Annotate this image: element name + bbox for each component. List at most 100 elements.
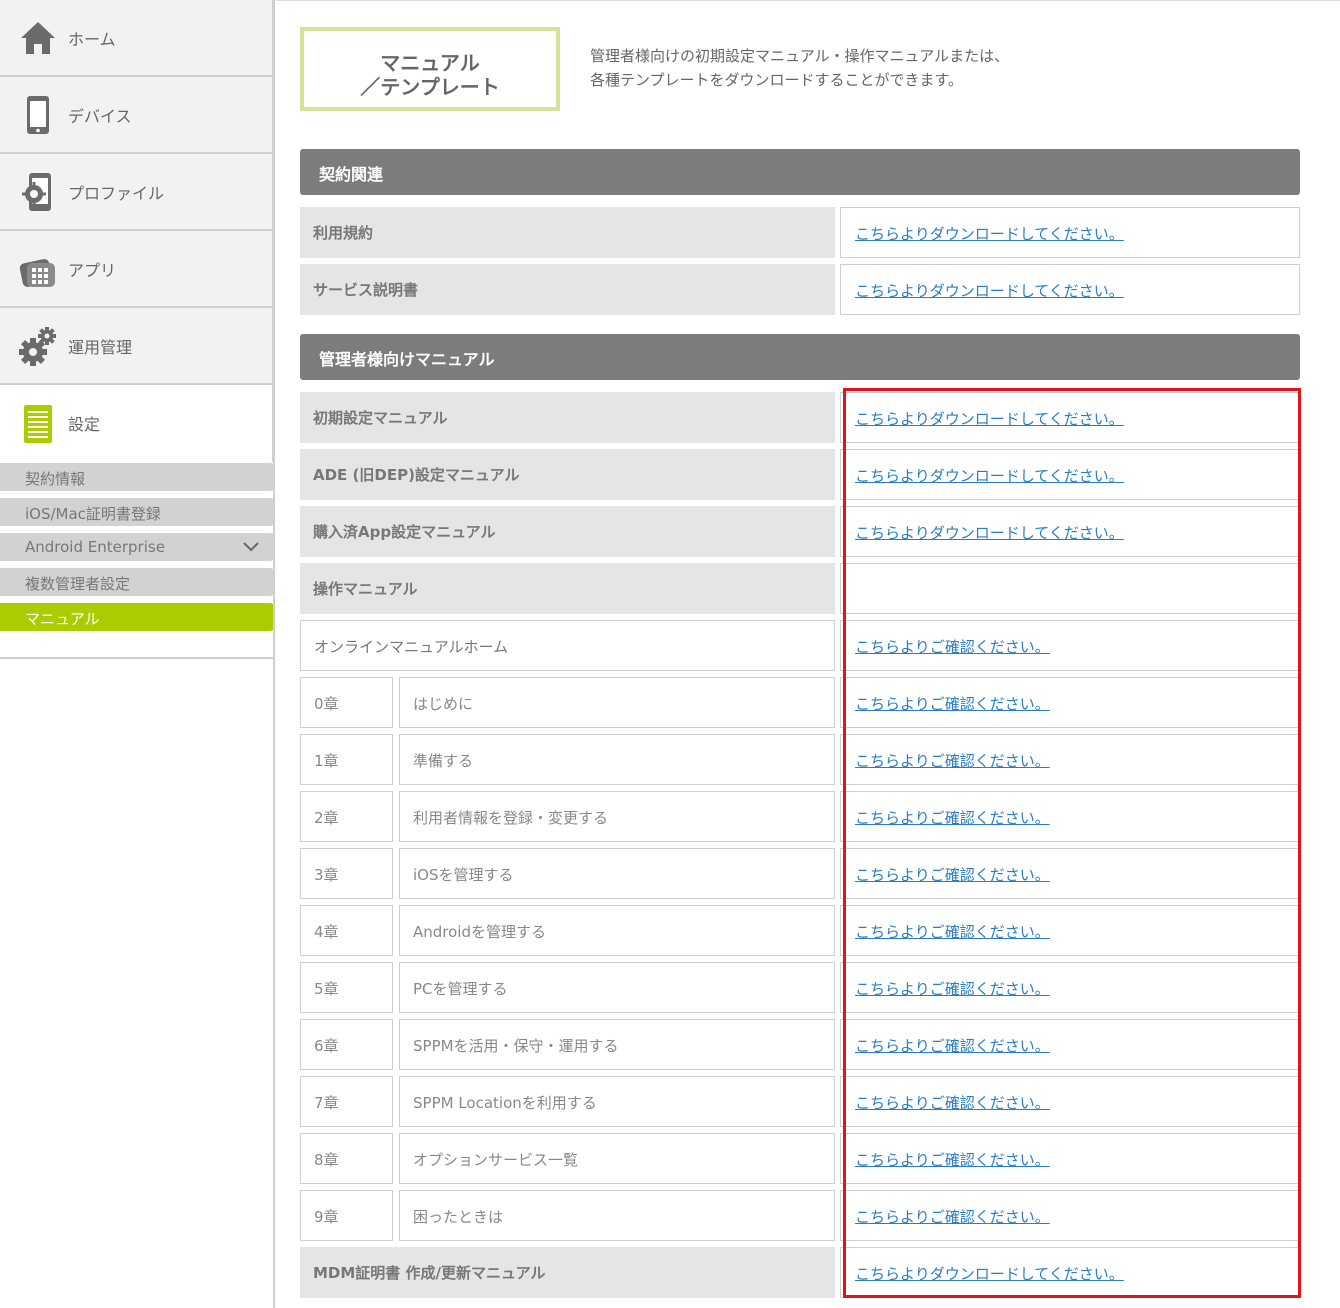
- row-link-cell: こちらよりご確認ください。: [840, 905, 1300, 956]
- settings-document-icon: [18, 401, 58, 445]
- row-link-cell: こちらよりご確認ください。: [840, 1133, 1300, 1184]
- row-link-cell: こちらよりダウンロードしてください。: [840, 392, 1300, 443]
- row-link-cell: こちらよりダウンロードしてください。: [840, 1247, 1300, 1298]
- sub-item-label: 複数管理者設定: [25, 575, 131, 593]
- chapter-number: 9章: [300, 1190, 393, 1241]
- chapter-row: 9章 困ったときは こちらよりご確認ください。: [300, 1190, 1300, 1241]
- sub-item-android-enterprise[interactable]: Android Enterprise: [0, 533, 275, 561]
- table-row: オンラインマニュアルホーム こちらよりご確認ください。: [300, 620, 1300, 671]
- nav-item-settings[interactable]: 設定: [0, 385, 274, 462]
- row-link-cell: こちらよりご確認ください。: [840, 1076, 1300, 1127]
- chapter-number: 7章: [300, 1076, 393, 1127]
- row-link-cell: こちらよりダウンロードしてください。: [840, 449, 1300, 500]
- chapter-row: 1章 準備する こちらよりご確認ください。: [300, 734, 1300, 785]
- table-row: 操作マニュアル: [300, 563, 1300, 614]
- view-link[interactable]: こちらよりご確認ください。: [855, 1151, 1050, 1169]
- nav-label: ホーム: [68, 30, 116, 49]
- download-link[interactable]: こちらよりダウンロードしてください。: [855, 410, 1124, 428]
- chapter-title: 困ったときは: [399, 1190, 835, 1241]
- row-label: サービス説明書: [300, 264, 835, 315]
- chapter-row: 2章 利用者情報を登録・変更する こちらよりご確認ください。: [300, 791, 1300, 842]
- chapter-number: 5章: [300, 962, 393, 1013]
- sub-item-label: 契約情報: [25, 470, 86, 488]
- nav-label: 運用管理: [68, 338, 133, 357]
- table-row: 利用規約 こちらよりダウンロードしてください。: [300, 207, 1300, 258]
- chapter-title: SPPMを活用・保守・運用する: [399, 1019, 835, 1070]
- chapter-row: 4章 Androidを管理する こちらよりご確認ください。: [300, 905, 1300, 956]
- section-header-admin-manual: 管理者様向けマニュアル: [300, 334, 1300, 380]
- chapter-number: 1章: [300, 734, 393, 785]
- row-link-cell: こちらよりご確認ください。: [840, 962, 1300, 1013]
- row-link-cell: こちらよりご確認ください。: [840, 1190, 1300, 1241]
- row-label: 利用規約: [300, 207, 835, 258]
- page-title-line2: ／テンプレート: [360, 75, 500, 99]
- nav-label: アプリ: [68, 261, 117, 280]
- sidebar-border: [273, 0, 275, 1308]
- row-link-cell: こちらよりダウンロードしてください。: [840, 264, 1300, 315]
- table-row: ADE (旧DEP)設定マニュアル こちらよりダウンロードしてください。: [300, 449, 1300, 500]
- view-link[interactable]: こちらよりご確認ください。: [855, 923, 1050, 941]
- chapter-number: 4章: [300, 905, 393, 956]
- nav-label: プロファイル: [68, 184, 165, 203]
- chapter-number: 3章: [300, 848, 393, 899]
- download-link[interactable]: こちらよりダウンロードしてください。: [855, 1265, 1124, 1283]
- row-label: MDM証明書 作成/更新マニュアル: [300, 1247, 835, 1298]
- nav-item-app[interactable]: アプリ: [0, 231, 274, 308]
- nav-item-home[interactable]: ホーム: [0, 0, 274, 77]
- gear-icon: [18, 324, 58, 368]
- sub-item-contract-info[interactable]: 契約情報: [0, 463, 275, 491]
- chapter-number: 2章: [300, 791, 393, 842]
- sub-item-label: マニュアル: [25, 610, 100, 628]
- row-label: 操作マニュアル: [300, 563, 835, 614]
- row-link-cell: こちらよりダウンロードしてください。: [840, 506, 1300, 557]
- nav-item-device[interactable]: デバイス: [0, 77, 274, 154]
- chapter-row: 3章 iOSを管理する こちらよりご確認ください。: [300, 848, 1300, 899]
- chapter-row: 7章 SPPM Locationを利用する こちらよりご確認ください。: [300, 1076, 1300, 1127]
- nav-item-profile[interactable]: プロファイル: [0, 154, 274, 231]
- top-divider: [276, 0, 1340, 1]
- download-link[interactable]: こちらよりダウンロードしてください。: [855, 467, 1124, 485]
- chapter-title: SPPM Locationを利用する: [399, 1076, 835, 1127]
- sub-item-certificate[interactable]: iOS/Mac証明書登録: [0, 498, 275, 526]
- row-label: オンラインマニュアルホーム: [300, 620, 835, 671]
- view-link[interactable]: こちらよりご確認ください。: [855, 638, 1050, 656]
- row-link-cell: こちらよりご確認ください。: [840, 620, 1300, 671]
- download-link[interactable]: こちらよりダウンロードしてください。: [855, 524, 1124, 542]
- device-icon: [18, 93, 58, 137]
- chapter-title: オプションサービス一覧: [399, 1133, 835, 1184]
- download-link[interactable]: こちらよりダウンロードしてください。: [855, 282, 1124, 300]
- view-link[interactable]: こちらよりご確認ください。: [855, 1037, 1050, 1055]
- download-link[interactable]: こちらよりダウンロードしてください。: [855, 225, 1124, 243]
- chapter-title: Androidを管理する: [399, 905, 835, 956]
- view-link[interactable]: こちらよりご確認ください。: [855, 695, 1050, 713]
- profile-icon: [18, 170, 58, 214]
- view-link[interactable]: こちらよりご確認ください。: [855, 980, 1050, 998]
- table-row: サービス説明書 こちらよりダウンロードしてください。: [300, 264, 1300, 315]
- sub-item-label: iOS/Mac証明書登録: [25, 505, 161, 523]
- sub-item-manual[interactable]: マニュアル: [0, 603, 275, 631]
- section-header-contract: 契約関連: [300, 149, 1300, 195]
- home-icon: [18, 16, 58, 60]
- chapter-number: 0章: [300, 677, 393, 728]
- view-link[interactable]: こちらよりご確認ください。: [855, 1094, 1050, 1112]
- chapter-number: 8章: [300, 1133, 393, 1184]
- chevron-down-icon[interactable]: [243, 540, 259, 554]
- view-link[interactable]: こちらよりご確認ください。: [855, 866, 1050, 884]
- table-row: MDM証明書 作成/更新マニュアル こちらよりダウンロードしてください。: [300, 1247, 1300, 1298]
- page-description-line2: 各種テンプレートをダウンロードすることができます。: [590, 71, 964, 89]
- view-link[interactable]: こちらよりご確認ください。: [855, 1208, 1050, 1226]
- page-description-line1: 管理者様向けの初期設定マニュアル・操作マニュアルまたは、: [590, 47, 1010, 65]
- row-link-cell: こちらよりご確認ください。: [840, 734, 1300, 785]
- row-label: ADE (旧DEP)設定マニュアル: [300, 449, 835, 500]
- view-link[interactable]: こちらよりご確認ください。: [855, 752, 1050, 770]
- chapter-row: 5章 PCを管理する こちらよりご確認ください。: [300, 962, 1300, 1013]
- sub-item-multi-admin[interactable]: 複数管理者設定: [0, 568, 275, 596]
- row-link-cell: こちらよりご確認ください。: [840, 791, 1300, 842]
- chapter-title: PCを管理する: [399, 962, 835, 1013]
- view-link[interactable]: こちらよりご確認ください。: [855, 809, 1050, 827]
- nav-item-operation[interactable]: 運用管理: [0, 308, 274, 385]
- row-label: 初期設定マニュアル: [300, 392, 835, 443]
- app-icon: [18, 247, 58, 291]
- sub-item-label: Android Enterprise: [25, 538, 165, 556]
- row-link-cell: [840, 563, 1300, 614]
